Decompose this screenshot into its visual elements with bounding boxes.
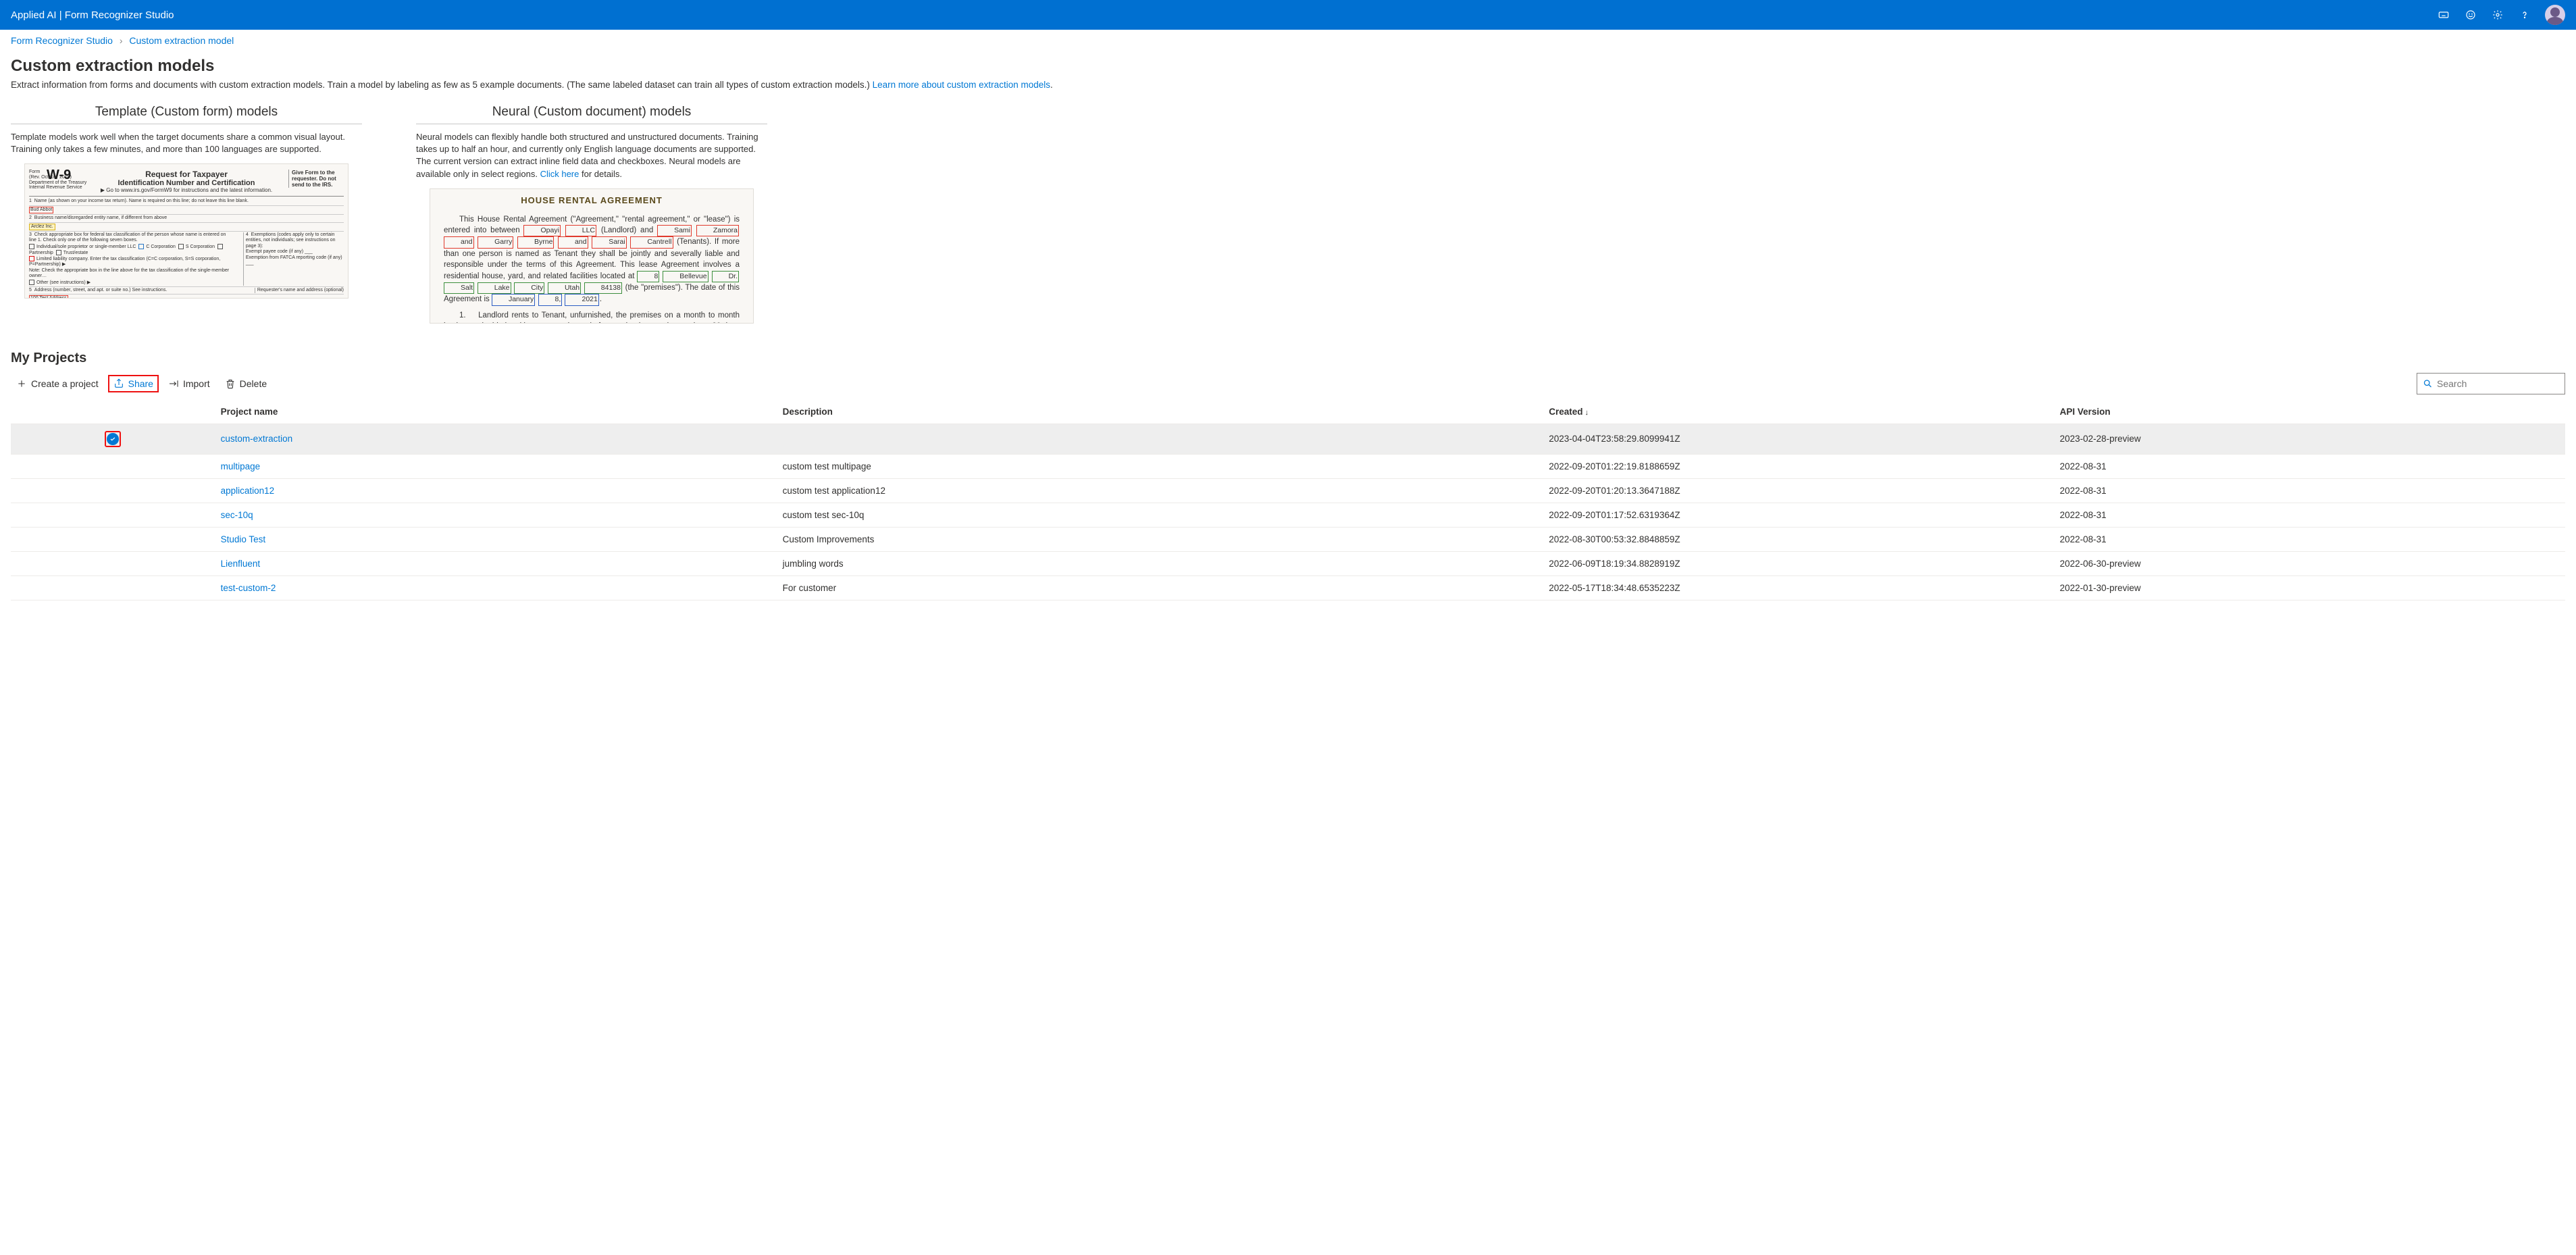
table-row[interactable]: Lienfluent jumbling words2022-06-09T18:19… <box>11 551 2565 575</box>
row-created-cell: 2022-06-09T18:19:34.8828919Z <box>1543 551 2054 575</box>
project-link[interactable]: application12 <box>221 486 275 496</box>
share-button[interactable]: Share <box>108 375 159 392</box>
table-row[interactable]: application12custom test application1220… <box>11 478 2565 503</box>
main-content: Custom extraction models Extract informa… <box>0 51 2576 628</box>
table-row[interactable]: multipage custom test multipage2022-09-20… <box>11 454 2565 478</box>
smiley-icon[interactable] <box>2464 8 2477 22</box>
project-link[interactable]: Studio Test <box>221 534 266 544</box>
breadcrumb-current[interactable]: Custom extraction model <box>129 35 234 46</box>
table-header-row: Project name Description Created↓ API Ve… <box>11 400 2565 424</box>
model-type-cards: Template (Custom form) models Template m… <box>11 105 2565 324</box>
row-created-cell: 2022-09-20T01:17:52.6319364Z <box>1543 503 2054 527</box>
row-created-cell: 2022-05-17T18:34:48.6535223Z <box>1543 575 2054 600</box>
row-desc-cell: jumbling words <box>777 551 1544 575</box>
col-header-api[interactable]: API Version <box>2055 400 2565 424</box>
row-created-cell: 2022-08-30T00:53:32.8848859Z <box>1543 527 2054 551</box>
row-checkbox-cell[interactable] <box>11 551 215 575</box>
row-created-cell: 2023-04-04T23:58:29.8099941Z <box>1543 424 2054 454</box>
search-icon <box>2423 378 2433 389</box>
project-link[interactable]: test-custom-2 <box>221 583 276 593</box>
col-header-created[interactable]: Created↓ <box>1543 400 2054 424</box>
neural-click-here-link[interactable]: Click here <box>540 169 579 179</box>
search-input[interactable] <box>2437 378 2559 389</box>
project-link[interactable]: custom-extraction <box>221 434 293 444</box>
col-header-select[interactable] <box>11 400 215 424</box>
row-desc-cell: For customer <box>777 575 1544 600</box>
projects-section-title: My Projects <box>11 351 2565 366</box>
row-name-cell: Lienfluent <box>215 551 777 575</box>
row-api-cell: 2022-01-30-preview <box>2055 575 2565 600</box>
neural-card[interactable]: Neural (Custom document) models Neural m… <box>416 105 767 324</box>
row-api-cell: 2022-06-30-preview <box>2055 551 2565 575</box>
sort-desc-icon: ↓ <box>1585 409 1589 417</box>
page-title: Custom extraction models <box>11 57 2565 76</box>
app-title: Applied AI | Form Recognizer Studio <box>11 9 174 21</box>
help-icon[interactable] <box>2518 8 2531 22</box>
col-header-name[interactable]: Project name <box>215 400 777 424</box>
row-name-cell: multipage <box>215 454 777 478</box>
row-name-cell: application12 <box>215 478 777 503</box>
row-desc-cell: custom test multipage <box>777 454 1544 478</box>
projects-table: Project name Description Created↓ API Ve… <box>11 400 2565 600</box>
user-avatar[interactable] <box>2545 5 2565 25</box>
row-name-cell: sec-10q <box>215 503 777 527</box>
projects-toolbar: Create a project Share Import Delete <box>11 373 2565 394</box>
row-selected-highlight <box>105 431 121 447</box>
row-name-cell: Studio Test <box>215 527 777 551</box>
row-desc-cell: Custom Improvements <box>777 527 1544 551</box>
table-row[interactable]: Studio Test Custom Improvements2022-08-30… <box>11 527 2565 551</box>
template-doc-preview: Form(Rev. October 2018)Department of the… <box>24 163 349 299</box>
page-subtitle: Extract information from forms and docum… <box>11 80 2565 90</box>
row-checkbox-cell[interactable] <box>11 478 215 503</box>
project-link[interactable]: sec-10q <box>221 510 253 520</box>
top-icon-group <box>2437 5 2565 25</box>
row-desc-cell: custom test application12 <box>777 478 1544 503</box>
keyboard-icon[interactable] <box>2437 8 2450 22</box>
row-desc-cell: custom test sec-10q <box>777 503 1544 527</box>
template-card-title: Template (Custom form) models <box>11 105 362 124</box>
row-checkbox-cell[interactable] <box>11 503 215 527</box>
row-api-cell: 2022-08-31 <box>2055 503 2565 527</box>
learn-more-link[interactable]: Learn more about custom extraction model… <box>873 80 1050 90</box>
row-desc-cell <box>777 424 1544 454</box>
delete-button[interactable]: Delete <box>220 375 272 392</box>
row-checkbox-cell[interactable] <box>11 454 215 478</box>
row-checkbox-cell[interactable] <box>11 527 215 551</box>
col-header-desc[interactable]: Description <box>777 400 1544 424</box>
row-name-cell: custom-extraction <box>215 424 777 454</box>
neural-card-title: Neural (Custom document) models <box>416 105 767 124</box>
neural-card-desc: Neural models can flexibly handle both s… <box>416 131 767 180</box>
row-created-cell: 2022-09-20T01:22:19.8188659Z <box>1543 454 2054 478</box>
import-button[interactable]: Import <box>163 375 215 392</box>
table-row[interactable]: custom-extraction 2023-04-04T23:58:29.809… <box>11 424 2565 454</box>
row-checkbox-cell[interactable] <box>11 424 215 454</box>
table-row[interactable]: sec-10q custom test sec-10q2022-09-20T01:… <box>11 503 2565 527</box>
row-created-cell: 2022-09-20T01:20:13.3647188Z <box>1543 478 2054 503</box>
project-link[interactable]: Lienfluent <box>221 559 261 569</box>
project-link[interactable]: multipage <box>221 461 261 471</box>
row-api-cell: 2022-08-31 <box>2055 454 2565 478</box>
row-api-cell: 2023-02-28-preview <box>2055 424 2565 454</box>
neural-doc-preview: HOUSE RENTAL AGREEMENT This House Rental… <box>430 188 754 324</box>
breadcrumb-sep: › <box>120 35 123 46</box>
checkmark-icon <box>107 433 119 445</box>
search-box[interactable] <box>2417 373 2565 394</box>
settings-gear-icon[interactable] <box>2491 8 2504 22</box>
row-api-cell: 2022-08-31 <box>2055 478 2565 503</box>
breadcrumb-root[interactable]: Form Recognizer Studio <box>11 35 113 46</box>
row-name-cell: test-custom-2 <box>215 575 777 600</box>
template-card-desc: Template models work well when the targe… <box>11 131 362 155</box>
row-checkbox-cell[interactable] <box>11 575 215 600</box>
row-api-cell: 2022-08-31 <box>2055 527 2565 551</box>
table-row[interactable]: test-custom-2 For customer2022-05-17T18:3… <box>11 575 2565 600</box>
top-bar: Applied AI | Form Recognizer Studio <box>0 0 2576 30</box>
create-project-button[interactable]: Create a project <box>11 375 104 392</box>
template-card[interactable]: Template (Custom form) models Template m… <box>11 105 362 324</box>
breadcrumb: Form Recognizer Studio › Custom extracti… <box>0 30 2576 51</box>
